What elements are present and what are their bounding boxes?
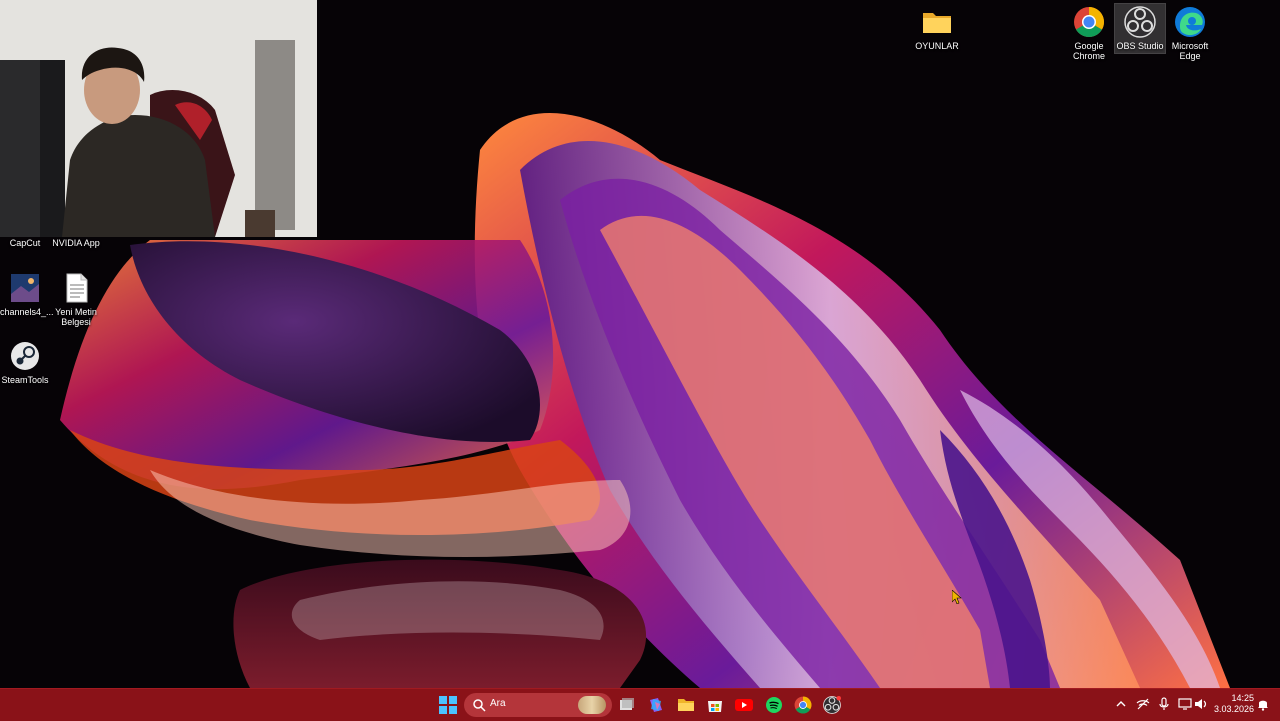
text-file-label: Yeni Metin Belgesi — [55, 307, 97, 327]
clock-date: 3.03.2026 — [1213, 704, 1254, 714]
oyunlar-label: OYUNLAR — [915, 41, 959, 51]
desktop-icon-yeni-metin-belgesi[interactable]: Yeni Metin Belgesi — [50, 272, 102, 327]
desktop-icon-obs-studio[interactable]: OBS Studio — [1114, 3, 1166, 54]
image-file-icon — [9, 272, 41, 304]
chrome-icon — [1073, 6, 1105, 38]
copilot-button[interactable] — [644, 693, 668, 717]
capcut-label: CapCut — [9, 238, 41, 248]
desktop-icon-google-chrome[interactable]: Google Chrome — [1061, 6, 1117, 61]
network-off-icon[interactable] — [1136, 697, 1150, 711]
chevron-up-icon[interactable] — [1114, 697, 1128, 711]
microphone-icon[interactable] — [1157, 697, 1171, 711]
desktop-icon-steamtools[interactable]: SteamTools — [0, 340, 50, 385]
task-view-button[interactable] — [615, 693, 639, 717]
steamtools-label: SteamTools — [1, 375, 49, 385]
steam-icon — [9, 340, 41, 372]
edge-label: Microsoft Edge — [1171, 41, 1209, 61]
file-explorer-button[interactable] — [674, 693, 698, 717]
obs-icon — [823, 696, 841, 714]
webcam-overlay — [0, 0, 317, 237]
store-icon — [708, 701, 722, 712]
spotify-button[interactable] — [762, 693, 786, 717]
chrome-icon — [794, 696, 812, 714]
nvidia-label: NVIDIA App — [52, 238, 100, 248]
edge-icon — [1174, 6, 1206, 38]
taskbar-search[interactable]: Ara — [464, 693, 612, 717]
task-view-icon — [620, 698, 634, 710]
copilot-icon — [650, 698, 662, 712]
search-icon — [473, 699, 486, 712]
desktop-icon-capcut[interactable]: CapCut — [0, 238, 50, 248]
speaker-icon[interactable] — [1194, 697, 1208, 711]
chrome-taskbar-button[interactable] — [791, 693, 815, 717]
obs-taskbar-button[interactable] — [820, 693, 844, 717]
taskbar-clock[interactable]: 14:25 3.03.2026 — [1214, 693, 1254, 715]
search-highlight-icon — [578, 696, 606, 714]
obs-label: OBS Studio — [1116, 41, 1164, 51]
notification-icon[interactable] — [1256, 697, 1270, 711]
start-button[interactable] — [436, 693, 460, 717]
display-icon[interactable] — [1178, 697, 1192, 711]
youtube-button[interactable] — [732, 693, 756, 717]
desktop-icon-oyunlar[interactable]: OYUNLAR — [909, 6, 965, 51]
spotify-icon — [766, 697, 782, 713]
store-button[interactable] — [703, 693, 727, 717]
desktop-icon-microsoft-edge[interactable]: Microsoft Edge — [1162, 6, 1218, 61]
channels4-label: channels4_... — [0, 307, 54, 317]
obs-icon — [1124, 6, 1156, 38]
youtube-icon — [735, 699, 753, 711]
file-explorer-icon — [678, 699, 694, 711]
text-file-icon — [60, 272, 92, 304]
desktop-icon-nvidia-app[interactable]: NVIDIA App — [50, 238, 102, 248]
folder-icon — [921, 6, 953, 38]
start-icon — [439, 696, 457, 714]
clock-time: 14:25 — [1231, 693, 1254, 703]
desktop-icon-channels4[interactable]: channels4_... — [0, 272, 54, 317]
mouse-cursor-icon — [952, 590, 962, 604]
chrome-label: Google Chrome — [1072, 41, 1105, 61]
search-placeholder: Ara — [490, 698, 506, 709]
taskbar: Ara 14:25 3.03.2026 — [0, 688, 1280, 721]
